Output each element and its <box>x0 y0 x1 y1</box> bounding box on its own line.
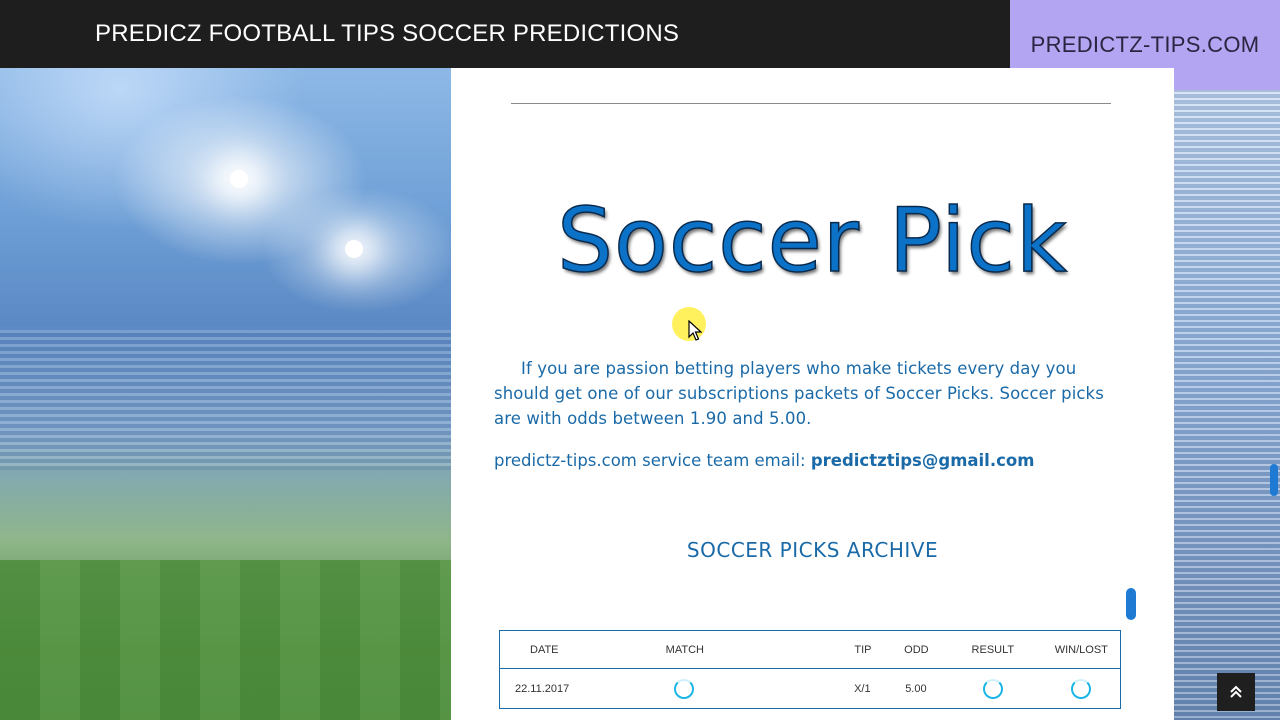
cell-date: 22.11.2017 <box>515 682 570 695</box>
table-row: 22.11.2017 X/1 5.00 <box>500 669 1120 709</box>
brand-badge-label: PREDICTZ-TIPS.COM <box>1030 32 1260 57</box>
table-header-row: DATE MATCH TIP ODD RESULT WIN/LOST <box>500 631 1120 669</box>
intro-text: If you are passion betting players who m… <box>494 359 1104 428</box>
back-to-top-button[interactable] <box>1217 673 1255 711</box>
spinner-icon <box>673 678 694 699</box>
floodlight <box>345 240 363 258</box>
spinner-icon <box>982 678 1003 699</box>
cell-match <box>582 678 785 699</box>
hero-heading: Soccer Pick <box>451 188 1174 294</box>
column-header-odd: ODD <box>904 643 929 656</box>
contact-prefix: predictz-tips.com service team email: <box>494 451 811 470</box>
site-title[interactable]: PREDICZ FOOTBALL TIPS SOCCER PREDICTIONS <box>95 20 679 48</box>
main-content: Soccer Pick If you are passion betting p… <box>451 68 1174 720</box>
table-scrollbar-thumb[interactable] <box>1126 588 1136 620</box>
top-navbar: PREDICZ FOOTBALL TIPS SOCCER PREDICTIONS <box>0 0 1010 68</box>
cell-win-lost <box>1042 678 1120 699</box>
column-header-result: RESULT <box>971 643 1015 656</box>
column-header-win-lost: WIN/LOST <box>1054 643 1108 656</box>
spinner-icon <box>1071 678 1092 699</box>
mouse-cursor-icon <box>688 320 702 341</box>
hero-title: Soccer Pick <box>556 188 1068 293</box>
stadium-background-right <box>1174 68 1280 720</box>
page-scrollbar-thumb[interactable] <box>1270 464 1278 496</box>
cell-odd: 5.00 <box>905 682 927 695</box>
double-chevron-up-icon <box>1230 685 1242 698</box>
divider <box>511 103 1111 104</box>
column-header-date: DATE <box>530 643 559 656</box>
picks-archive-table: DATE MATCH TIP ODD RESULT WIN/LOST 22.11… <box>499 630 1121 709</box>
cell-tip: X/1 <box>854 682 871 695</box>
floodlight <box>230 170 248 188</box>
intro-paragraph: If you are passion betting players who m… <box>494 356 1134 431</box>
column-header-tip: TIP <box>854 643 872 656</box>
column-header-match: MATCH <box>665 643 704 656</box>
contact-email-link[interactable]: predictztips@gmail.com <box>811 451 1035 470</box>
archive-title: SOCCER PICKS ARCHIVE <box>686 538 939 562</box>
contact-line: predictz-tips.com service team email: pr… <box>494 451 1034 470</box>
cell-result <box>943 678 1043 699</box>
